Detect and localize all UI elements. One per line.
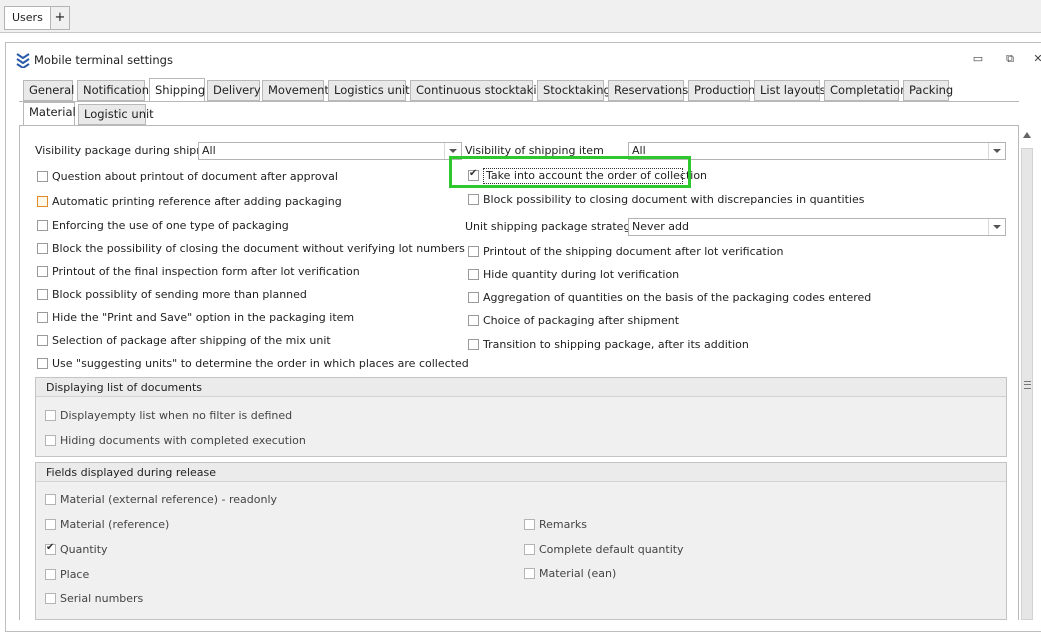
field-checkbox[interactable] — [524, 544, 535, 555]
strategy-value: Never add — [632, 220, 689, 233]
document-list-label: Hiding documents with completed executio… — [60, 434, 306, 447]
document-list-checkbox[interactable] — [45, 435, 56, 446]
right-option-label: Transition to shipping package, after it… — [483, 338, 749, 351]
field-label: Remarks — [539, 518, 587, 531]
field-label: Serial numbers — [60, 592, 144, 605]
scroll-thumb[interactable] — [1021, 148, 1033, 620]
visibility-package-select[interactable]: All — [198, 142, 462, 160]
left-option-checkbox[interactable] — [37, 243, 48, 254]
group-header: Displaying list of documents — [36, 378, 1006, 397]
left-option-checkbox[interactable] — [37, 171, 48, 182]
left-option-label: Enforcing the use of one type of packagi… — [52, 219, 289, 232]
field-checkbox[interactable] — [524, 568, 535, 579]
tab-shipping[interactable]: Shipping — [149, 78, 205, 102]
right-option-checkbox[interactable] — [468, 315, 479, 326]
left-option-checkbox[interactable] — [37, 220, 48, 231]
layers-icon — [16, 53, 30, 68]
tab-notifications[interactable]: Notifications — [77, 80, 155, 101]
right-option-label: Printout of the shipping document after … — [483, 245, 784, 258]
strategy-select[interactable]: Never add — [628, 218, 1006, 236]
group-title: Fields displayed during release — [46, 466, 217, 479]
tab-stocktaking[interactable]: Stocktaking — [537, 80, 611, 101]
field-checkbox[interactable] — [45, 519, 56, 530]
right-option-label: Choice of packaging after shipment — [483, 314, 680, 327]
highlight-box — [449, 156, 691, 188]
left-option-checkbox[interactable] — [37, 289, 48, 300]
left-option-label: Hide the "Print and Save" option in the … — [52, 311, 355, 324]
tab-strip-line — [19, 101, 1019, 102]
visibility-package-label: Visibility package during shipment — [35, 144, 226, 157]
right-option-checkbox[interactable] — [468, 269, 479, 280]
field-checkbox[interactable] — [45, 494, 56, 505]
left-option-checkbox[interactable] — [37, 335, 48, 346]
left-option-checkbox[interactable] — [37, 312, 48, 323]
field-label: Complete default quantity — [539, 543, 684, 556]
subtab-material[interactable]: Material — [23, 102, 76, 126]
field-checkbox[interactable] — [45, 593, 56, 604]
group-title: Displaying list of documents — [46, 381, 203, 394]
grip-icon — [1024, 381, 1031, 389]
tab-list-layouts[interactable]: List layouts — [754, 80, 826, 101]
window-title: Mobile terminal settings — [34, 53, 173, 67]
field-checkbox[interactable] — [524, 519, 535, 530]
left-option-label: Printout of the final inspection form af… — [52, 265, 360, 278]
left-option-label: Question about printout of document afte… — [52, 170, 338, 183]
right-option-checkbox[interactable] — [468, 339, 479, 350]
tab-general[interactable]: General — [23, 80, 74, 101]
tab-logistics-units[interactable]: Logistics units — [328, 80, 416, 101]
field-checkbox[interactable] — [45, 569, 56, 580]
tab-completation[interactable]: Completation — [824, 80, 907, 101]
subtab-logistic-unit[interactable]: Logistic unit — [78, 104, 154, 125]
scroll-up-arrow-icon[interactable] — [1023, 132, 1031, 138]
field-checkbox[interactable] — [45, 542, 56, 555]
right-option-checkbox[interactable] — [468, 246, 479, 257]
add-tab-button[interactable]: + — [50, 6, 70, 30]
tab-movement[interactable]: Movement — [262, 80, 329, 101]
document-list-label: Displayempty list when no filter is defi… — [60, 409, 293, 422]
left-option-label: Block the possibility of closing the doc… — [52, 242, 465, 255]
block-discrepancies-checkbox[interactable] — [468, 194, 479, 205]
field-label: Material (external reference) - readonly — [60, 493, 278, 506]
tab-production[interactable]: Production — [688, 80, 755, 101]
left-option-label: Selection of package after shipping of t… — [52, 334, 331, 347]
visibility-package-value: All — [202, 144, 216, 157]
right-option-checkbox[interactable] — [468, 292, 479, 303]
chevron-down-icon — [988, 219, 1005, 235]
left-option-checkbox[interactable] — [37, 196, 48, 207]
window-title-bar: Mobile terminal settings ▭ ⧉ ✕ — [6, 43, 1041, 75]
left-option-checkbox[interactable] — [37, 358, 48, 369]
document-tab-bar: Users + — [0, 0, 1041, 33]
document-list-checkbox[interactable] — [45, 410, 56, 421]
tab-users[interactable]: Users — [4, 6, 51, 30]
field-label: Place — [60, 568, 90, 581]
tab-delivery[interactable]: Delivery — [207, 80, 261, 101]
block-discrepancies-label: Block possibility to closing document wi… — [483, 193, 865, 206]
right-option-label: Hide quantity during lot verification — [483, 268, 680, 281]
tab-reservations[interactable]: Reservations — [608, 80, 688, 101]
left-option-label: Automatic printing reference after addin… — [52, 195, 342, 208]
chevron-down-icon — [988, 143, 1005, 159]
tab-packing[interactable]: Packing — [903, 80, 953, 101]
field-label: Quantity — [60, 543, 108, 556]
close-button[interactable]: ✕ — [1031, 53, 1041, 65]
field-label: Material (ean) — [539, 567, 617, 580]
group-header: Fields displayed during release — [36, 463, 1006, 482]
right-option-label: Aggregation of quantities on the basis o… — [483, 291, 872, 304]
left-option-label: Use "suggesting units" to determine the … — [52, 357, 469, 370]
minimize-button[interactable]: ▭ — [971, 53, 985, 65]
strategy-label: Unit shipping package strategy — [465, 220, 637, 233]
vertical-scrollbar[interactable] — [1020, 128, 1034, 620]
left-option-label: Block possiblity of sending more than pl… — [52, 288, 307, 301]
left-option-checkbox[interactable] — [37, 266, 48, 277]
tab-continuous-stocktaking[interactable]: Continuous stocktaking — [410, 80, 551, 101]
field-label: Material (reference) — [60, 518, 170, 531]
group-fields-release: Fields displayed during release — [35, 462, 1007, 620]
restore-button[interactable]: ⧉ — [1003, 53, 1017, 65]
